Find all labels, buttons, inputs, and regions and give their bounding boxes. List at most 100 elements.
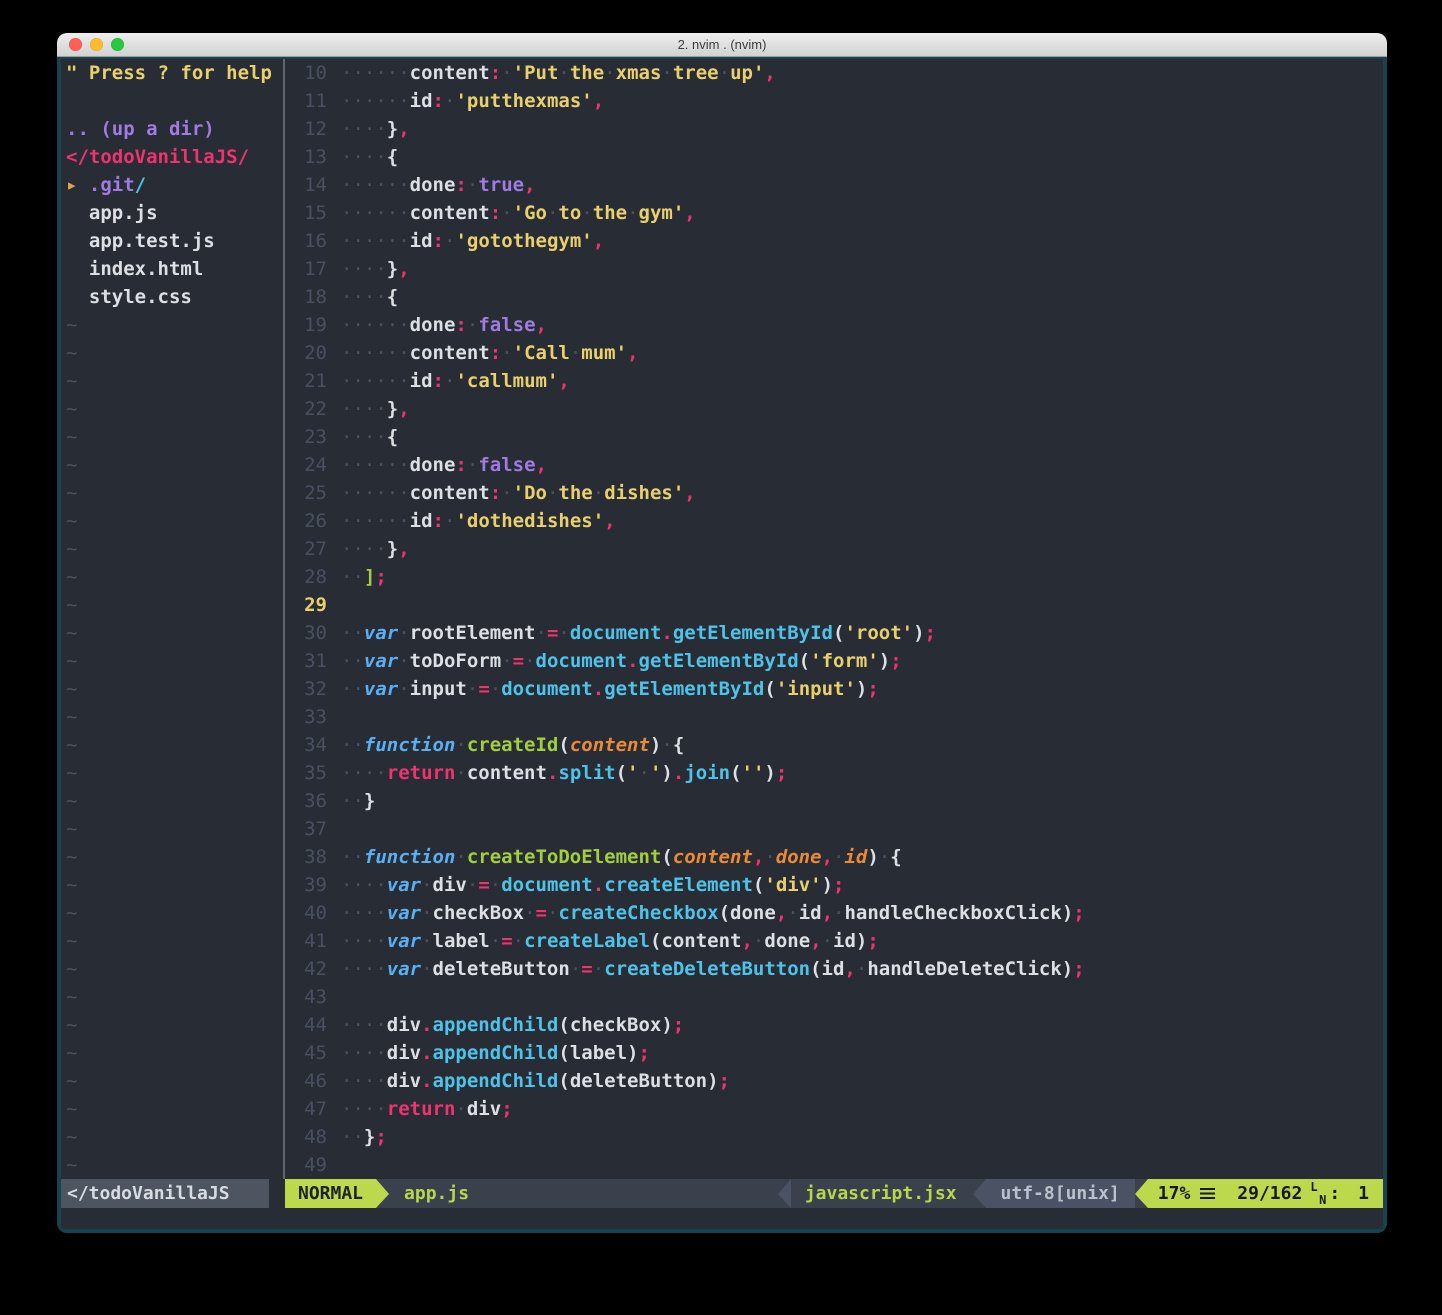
tree-file-index-html[interactable]: index.html bbox=[61, 255, 283, 283]
code-line-32: 32··var·input·=·document.getElementById(… bbox=[285, 675, 1383, 703]
code-line-14: 14······done:·true, bbox=[285, 171, 1383, 199]
tilde-filler-line: ~ bbox=[61, 871, 283, 899]
nerdtree-sidebar[interactable]: " Press ? for help.. (up a dir)</todoVan… bbox=[61, 59, 283, 1179]
powerline-arrow-right-icon bbox=[376, 1179, 389, 1208]
code-text: ······id:·'callmum', bbox=[341, 367, 570, 395]
code-line-31: 31··var·toDoForm·=·document.getElementBy… bbox=[285, 647, 1383, 675]
tilde-filler-line: ~ bbox=[61, 899, 283, 927]
tilde-filler-line: ~ bbox=[61, 703, 283, 731]
tilde-filler-line: ~ bbox=[61, 1123, 283, 1151]
tilde-filler-line: ~ bbox=[61, 675, 283, 703]
line-number: 17 bbox=[295, 255, 327, 283]
line-number: 20 bbox=[295, 339, 327, 367]
code-text: ······id:·'putthexmas', bbox=[341, 87, 604, 115]
code-line-48: 48··}; bbox=[285, 1123, 1383, 1151]
title-bar[interactable]: 2. nvim . (nvim) bbox=[57, 33, 1387, 57]
line-number: 28 bbox=[295, 563, 327, 591]
tilde-filler-line: ~ bbox=[61, 955, 283, 983]
code-text: ··var·rootElement·=·document.getElementB… bbox=[341, 619, 936, 647]
lines-icon bbox=[1200, 1188, 1215, 1199]
code-text: ····}, bbox=[341, 115, 410, 143]
code-line-13: 13····{ bbox=[285, 143, 1383, 171]
code-line-25: 25······content:·'Do·the·dishes', bbox=[285, 479, 1383, 507]
code-text: ··]; bbox=[341, 563, 387, 591]
line-number-icon: LN bbox=[1310, 1183, 1327, 1205]
code-line-39: 39 ····var·div·=·document.createElement('… bbox=[285, 871, 1383, 899]
tilde-filler-line: ~ bbox=[61, 815, 283, 843]
tree-file-style-css[interactable]: style.css bbox=[61, 283, 283, 311]
code-line-15: 15······content:·'Go·to·the·gym', bbox=[285, 199, 1383, 227]
line-position: 29/162 bbox=[1237, 1179, 1302, 1208]
code-line-30: 30 ··var·rootElement·=·document.getElemen… bbox=[285, 619, 1383, 647]
line-number: 39 bbox=[295, 871, 327, 899]
line-number: 30 bbox=[295, 619, 327, 647]
code-line-22: 22····}, bbox=[285, 395, 1383, 423]
tree-dir-git[interactable]: ▸ .git/ bbox=[61, 171, 283, 199]
code-text: ····var·deleteButton·=·createDeleteButto… bbox=[341, 955, 1085, 983]
code-line-41: 41····var·label·=·createLabel(content,·d… bbox=[285, 927, 1383, 955]
code-line-16: 16······id:·'gotothegym', bbox=[285, 227, 1383, 255]
code-text: ······content:·'Call·mum', bbox=[341, 339, 639, 367]
filename-label: app.js bbox=[404, 1179, 469, 1208]
tree-file-app-test-js[interactable]: app.test.js bbox=[61, 227, 283, 255]
tree-up-a-dir[interactable]: .. (up a dir) bbox=[61, 115, 283, 143]
tilde-filler-line: ~ bbox=[61, 759, 283, 787]
main-statusline: NORMAL app.js javascript.jsx utf-8[unix]… bbox=[285, 1179, 1383, 1208]
tilde-filler-line: ~ bbox=[61, 591, 283, 619]
tilde-filler-line: ~ bbox=[61, 479, 283, 507]
sidebar-statusline: </todoVanillaJS bbox=[61, 1179, 285, 1208]
code-text: ····{ bbox=[341, 143, 398, 171]
terminal-content: " Press ? for help.. (up a dir)</todoVan… bbox=[57, 57, 1387, 1233]
desktop: { "window": { "title": "2. nvim . (nvim)… bbox=[0, 0, 1442, 1315]
tree-file-app-js[interactable]: app.js bbox=[61, 199, 283, 227]
close-button[interactable] bbox=[69, 38, 82, 51]
tilde-filler-line: ~ bbox=[61, 507, 283, 535]
window-title: 2. nvim . (nvim) bbox=[678, 37, 767, 52]
line-number: 34 bbox=[295, 731, 327, 759]
encoding-label: utf-8[unix] bbox=[986, 1179, 1135, 1208]
line-number: 16 bbox=[295, 227, 327, 255]
tree-blank-line bbox=[61, 87, 283, 115]
tilde-filler-line: ~ bbox=[61, 423, 283, 451]
tilde-filler-line: ~ bbox=[61, 843, 283, 871]
tree-root-todovanillajs[interactable]: </todoVanillaJS/ bbox=[61, 143, 283, 171]
tilde-filler-line: ~ bbox=[61, 451, 283, 479]
zoom-button[interactable] bbox=[111, 38, 124, 51]
code-text: ····var·label·=·createLabel(content,·don… bbox=[341, 927, 879, 955]
code-text: ····}, bbox=[341, 395, 410, 423]
code-text: ··function·createToDoElement(content,·do… bbox=[341, 843, 902, 871]
code-text: ····return·div; bbox=[341, 1095, 513, 1123]
code-line-10: 10······content:·'Put·the·xmas·tree·up', bbox=[285, 59, 1383, 87]
line-number: 31 bbox=[295, 647, 327, 675]
line-number: 47 bbox=[295, 1095, 327, 1123]
powerline-arrow-left-icon bbox=[973, 1179, 986, 1208]
code-text: ······content:·'Put·the·xmas·tree·up', bbox=[341, 59, 776, 87]
editor-pane[interactable]: 10······content:·'Put·the·xmas·tree·up',… bbox=[285, 59, 1383, 1179]
traffic-lights bbox=[69, 38, 124, 51]
line-number: 36 bbox=[295, 787, 327, 815]
line-number: 46 bbox=[295, 1067, 327, 1095]
code-line-46: 46····div.appendChild(deleteButton); bbox=[285, 1067, 1383, 1095]
code-line-20: 20 ······content:·'Call·mum', bbox=[285, 339, 1383, 367]
command-line[interactable] bbox=[61, 1208, 1383, 1229]
code-text: ······content:·'Do·the·dishes', bbox=[341, 479, 696, 507]
terminal-window: 2. nvim . (nvim) " Press ? for help.. (u… bbox=[57, 33, 1387, 1233]
vim-split: " Press ? for help.. (up a dir)</todoVan… bbox=[61, 59, 1383, 1179]
code-line-43: 43 bbox=[285, 983, 1383, 1011]
tilde-filler-line: ~ bbox=[61, 1067, 283, 1095]
line-number: 26 bbox=[295, 507, 327, 535]
code-line-40: 40····var·checkBox·=·createCheckbox(done… bbox=[285, 899, 1383, 927]
code-text: ····}, bbox=[341, 535, 410, 563]
tilde-filler-line: ~ bbox=[61, 395, 283, 423]
line-number: 24 bbox=[295, 451, 327, 479]
minimize-button[interactable] bbox=[90, 38, 103, 51]
code-text: ····var·div·=·document.createElement('di… bbox=[341, 871, 844, 899]
code-line-38: 38··function·createToDoElement(content,·… bbox=[285, 843, 1383, 871]
line-number: 32 bbox=[295, 675, 327, 703]
line-number: 15 bbox=[295, 199, 327, 227]
current-line-number: 29 bbox=[295, 591, 327, 619]
line-number: 42 bbox=[295, 955, 327, 983]
code-text: ····var·checkBox·=·createCheckbox(done,·… bbox=[341, 899, 1085, 927]
line-number: 14 bbox=[295, 171, 327, 199]
code-line-29: 29 bbox=[285, 591, 1383, 619]
